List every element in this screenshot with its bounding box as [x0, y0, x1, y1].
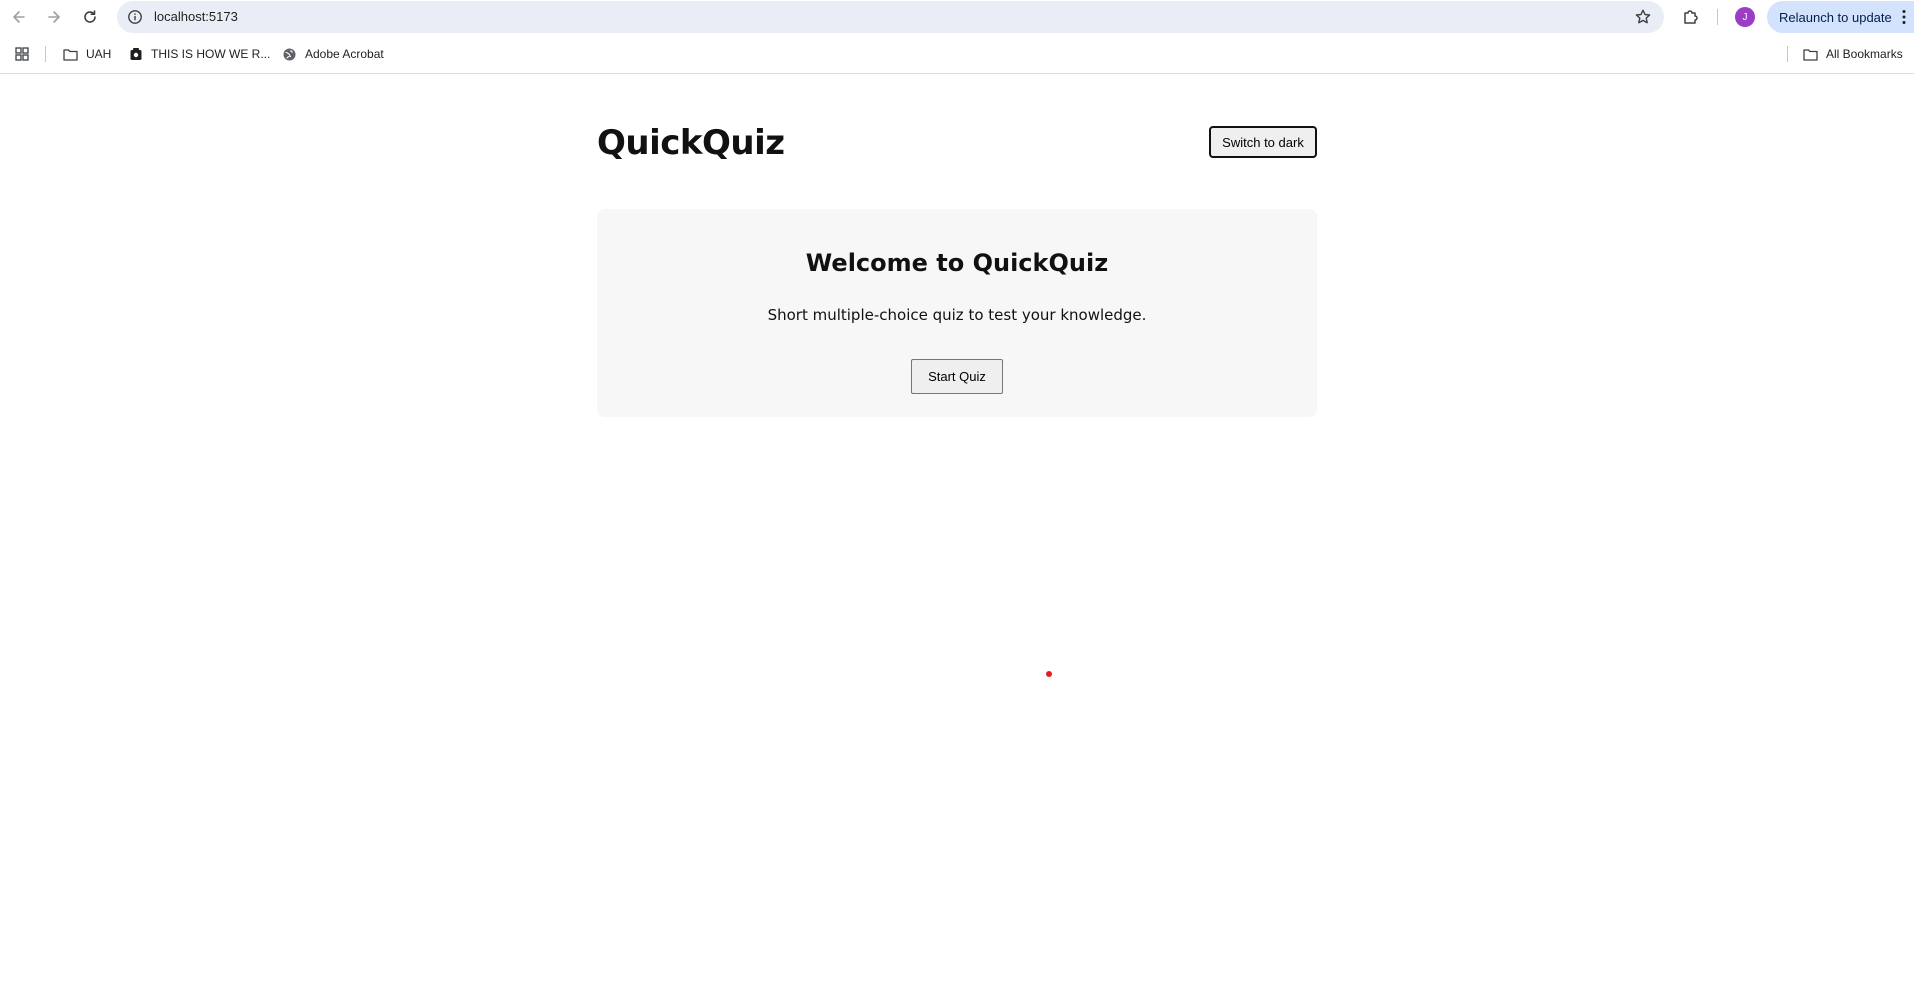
bookmark-label: THIS IS HOW WE R...	[151, 47, 271, 61]
bookmark-label: UAH	[86, 47, 112, 61]
toolbar-divider	[1717, 9, 1718, 25]
star-icon[interactable]	[1634, 8, 1652, 26]
reload-icon	[84, 10, 96, 23]
start-quiz-button[interactable]: Start Quiz	[911, 359, 1003, 394]
url-text[interactable]: localhost:5173	[154, 9, 238, 25]
browser-toolbar: localhost:5173 J Relaunch to update	[0, 0, 1914, 34]
bookmarks-divider	[1787, 46, 1788, 62]
switch-theme-button[interactable]: Switch to dark	[1209, 126, 1317, 158]
page-viewport: QuickQuiz Switch to dark Welcome to Quic…	[0, 75, 1914, 982]
bookmark-label: Adobe Acrobat	[305, 47, 384, 61]
bookmarks-divider	[45, 46, 46, 62]
folder-icon	[63, 48, 78, 61]
bookmark-uah[interactable]: UAH	[63, 44, 111, 64]
bookmarks-bar: UAH THIS IS HOW WE R... Adobe Acrobat Al…	[0, 34, 1914, 74]
info-icon[interactable]	[127, 9, 143, 25]
puzzle-icon[interactable]	[1681, 7, 1701, 27]
arrow-left-icon	[13, 11, 25, 23]
apps-grid-icon	[15, 47, 29, 61]
kebab-icon[interactable]	[1902, 9, 1906, 25]
reload-button[interactable]	[78, 5, 102, 29]
address-bar[interactable]: localhost:5173	[117, 1, 1664, 33]
bookmark-adobe-acrobat[interactable]: Adobe Acrobat	[282, 44, 384, 64]
profile-avatar[interactable]: J	[1735, 7, 1755, 27]
back-button[interactable]	[7, 5, 31, 29]
app-title: QuickQuiz	[597, 123, 785, 163]
bookmark-this-is-how[interactable]: THIS IS HOW WE R...	[129, 44, 270, 64]
arrow-right-icon	[48, 11, 60, 23]
all-bookmarks-button[interactable]: All Bookmarks	[1803, 44, 1903, 64]
welcome-card: Welcome to QuickQuiz Short multiple-choi…	[597, 209, 1317, 417]
welcome-description: Short multiple-choice quiz to test your …	[767, 306, 1147, 324]
folder-icon	[1803, 48, 1818, 61]
globe-icon	[283, 48, 296, 60]
relaunch-button[interactable]: Relaunch to update	[1767, 1, 1914, 33]
forward-button[interactable]	[42, 5, 66, 29]
relaunch-label: Relaunch to update	[1779, 9, 1892, 25]
apps-button[interactable]	[15, 44, 37, 64]
all-bookmarks-label: All Bookmarks	[1826, 47, 1903, 61]
welcome-heading: Welcome to QuickQuiz	[805, 249, 1109, 277]
bookmark-favicon-icon	[130, 48, 142, 60]
cursor-indicator	[1046, 671, 1052, 677]
